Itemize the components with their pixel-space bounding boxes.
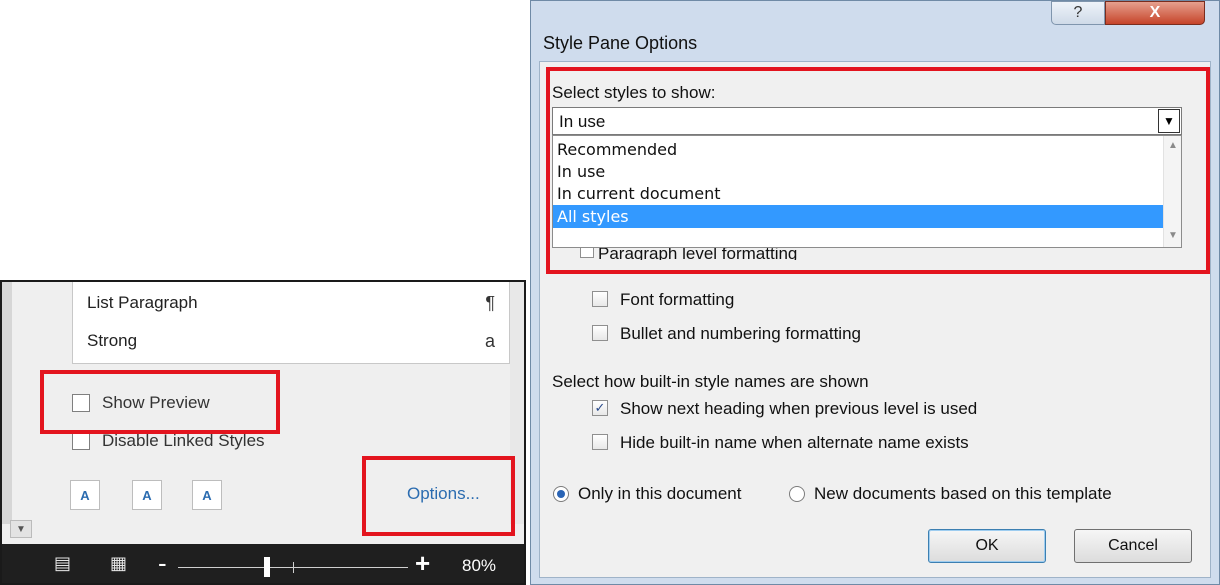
new-style-button[interactable]: A (70, 480, 100, 510)
disable-linked-styles-checkbox[interactable] (72, 432, 90, 450)
status-bar: ▤ ▦ - + 80% (2, 544, 524, 583)
manage-styles-button[interactable]: A (192, 480, 222, 510)
help-icon: ? (1073, 4, 1083, 21)
bullet-numbering-formatting-label: Bullet and numbering formatting (620, 324, 861, 343)
bullet-numbering-formatting-checkbox[interactable] (592, 325, 608, 341)
font-formatting-checkbox[interactable] (592, 291, 608, 307)
web-layout-icon[interactable]: ▦ (110, 553, 127, 574)
new-documents-template-label: New documents based on this template (814, 484, 1112, 503)
triangle-down-icon: ▼ (16, 523, 26, 535)
zoom-in-button[interactable]: + (415, 548, 430, 579)
character-style-icon: a (484, 331, 495, 351)
pane-left-strip (2, 282, 12, 524)
zoom-level[interactable]: 80% (462, 556, 496, 576)
show-next-heading-label: Show next heading when previous level is… (620, 399, 978, 418)
scroll-down-button[interactable]: ▼ (10, 520, 32, 538)
zoom-out-button[interactable]: - (158, 548, 167, 579)
zoom-slider-thumb[interactable] (264, 557, 270, 577)
style-name: List Paragraph (87, 293, 198, 312)
only-this-document-label: Only in this document (578, 484, 742, 503)
style-item-strong[interactable]: Strong a (87, 326, 495, 356)
builtin-names-section-label: Select how built-in style names are show… (552, 372, 869, 391)
highlight-options (362, 456, 515, 536)
zoom-center-tick (293, 562, 294, 573)
dialog-title: Style Pane Options (543, 33, 698, 53)
font-formatting-label: Font formatting (620, 290, 735, 309)
styles-pane: List Paragraph ¶ Strong a Show Preview D… (0, 280, 526, 585)
hide-builtin-name-label: Hide built-in name when alternate name e… (620, 433, 969, 452)
manage-styles-icon: A (202, 487, 212, 503)
style-list: List Paragraph ¶ Strong a (72, 282, 510, 364)
new-documents-template-radio[interactable] (789, 486, 805, 502)
disable-linked-styles-label: Disable Linked Styles (102, 431, 265, 450)
style-item-list-paragraph[interactable]: List Paragraph ¶ (87, 288, 495, 318)
highlight-show-preview (40, 370, 280, 434)
checkmark-icon: ✓ (594, 400, 606, 415)
cancel-button[interactable]: Cancel (1074, 529, 1192, 563)
only-this-document-radio[interactable] (553, 486, 569, 502)
close-button[interactable]: X (1105, 1, 1205, 25)
show-next-heading-checkbox[interactable]: ✓ (592, 400, 608, 416)
hide-builtin-name-checkbox[interactable] (592, 434, 608, 450)
style-inspector-button[interactable]: A (132, 480, 162, 510)
style-name: Strong (87, 331, 138, 350)
dialog-body: Select styles to show: In use ▼ Recommen… (539, 61, 1211, 578)
highlight-select-styles (546, 67, 1210, 274)
new-style-icon: A (80, 487, 90, 503)
style-pane-options-dialog: Style Pane Options ? X Select styles to … (530, 0, 1220, 585)
paragraph-mark-icon: ¶ (485, 293, 495, 313)
style-inspector-icon: A (142, 487, 152, 503)
ok-button[interactable]: OK (928, 529, 1046, 563)
close-icon: X (1149, 4, 1161, 21)
print-layout-icon[interactable]: ▤ (54, 553, 71, 574)
help-button[interactable]: ? (1051, 1, 1105, 25)
